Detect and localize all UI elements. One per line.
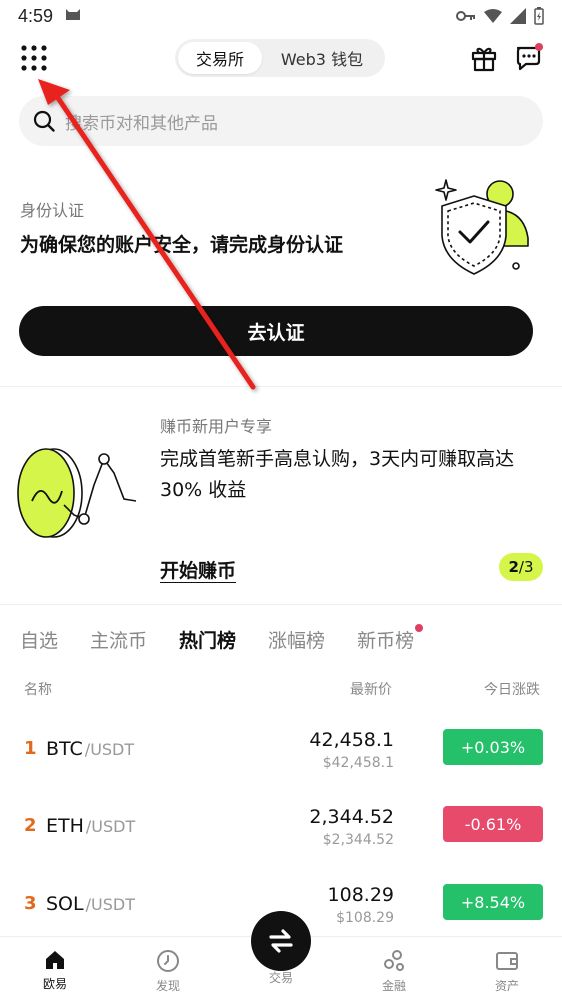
col-name: 名称 — [24, 682, 52, 698]
nav-assets[interactable]: 资产 — [477, 949, 537, 994]
finance-icon — [384, 950, 404, 971]
tab-exchange[interactable]: 交易所 — [178, 42, 262, 74]
cat-notification-icon — [65, 7, 81, 25]
search-placeholder: 搜索币对和其他产品 — [65, 113, 218, 134]
verify-button[interactable]: 去认证 — [19, 306, 533, 356]
divider — [0, 386, 562, 387]
col-price: 最新价 — [350, 682, 392, 698]
wallet-icon — [496, 952, 518, 970]
nav-finance-label: 金融 — [381, 979, 406, 993]
change-badge: -0.61% — [443, 806, 543, 842]
key-icon — [456, 11, 475, 21]
symbol-quote: /USDT — [85, 895, 135, 914]
tab-web3-wallet[interactable]: Web3 钱包 — [262, 42, 382, 74]
start-earning-link[interactable]: 开始赚币 — [160, 556, 236, 583]
verify-title: 为确保您的账户安全，请完成身份认证 — [20, 234, 344, 256]
earn-label: 赚币新用户专享 — [160, 417, 273, 436]
gift-icon[interactable] — [470, 44, 498, 72]
top-header: 交易所 Web3 钱包 — [0, 36, 562, 80]
status-bar: 4:59 — [0, 0, 562, 32]
tab-gainers[interactable]: 涨幅榜 — [268, 626, 325, 656]
tab-favorites[interactable]: 自选 — [20, 626, 58, 656]
rank: 1 — [24, 738, 37, 759]
tab-mainstream[interactable]: 主流币 — [90, 626, 147, 656]
nav-finance[interactable]: 金融 — [364, 949, 424, 994]
swap-icon — [269, 929, 293, 953]
rank: 2 — [24, 815, 37, 836]
change-badge: +8.54% — [443, 884, 543, 920]
status-indicators — [456, 7, 544, 25]
signal-icon — [510, 8, 526, 24]
table-row[interactable]: 1 BTC/USDT 42,458.1 $42,458.1 +0.03% — [0, 724, 562, 794]
divider — [0, 604, 562, 605]
price-usd: $108.29 — [336, 910, 394, 926]
tab-new-listings[interactable]: 新币榜 — [357, 624, 424, 656]
market-tabs: 自选 主流币 热门榜 涨幅榜 新币榜 — [20, 624, 446, 656]
search-icon — [33, 110, 55, 132]
home-icon — [46, 951, 64, 969]
battery-icon — [534, 7, 544, 25]
symbol-quote: /USDT — [84, 740, 135, 759]
new-dot — [415, 624, 424, 632]
nav-home[interactable]: 欧易 — [25, 949, 85, 992]
shield-user-illustration — [430, 170, 540, 280]
symbol: SOL/USDT — [46, 893, 135, 915]
discover-icon — [157, 950, 179, 972]
exchange-wallet-switch: 交易所 Web3 钱包 — [175, 39, 385, 77]
price-usd: $42,458.1 — [322, 755, 394, 771]
nav-assets-label: 资产 — [494, 979, 519, 993]
col-change: 今日涨跌 — [484, 682, 540, 698]
verify-label: 身份认证 — [20, 201, 85, 220]
search-bar[interactable]: 搜索币对和其他产品 — [19, 96, 543, 146]
nav-discover-label: 发现 — [155, 979, 180, 993]
page-total: /3 — [518, 558, 534, 576]
trade-swap-button[interactable] — [251, 911, 311, 971]
rank: 3 — [24, 893, 37, 914]
symbol-base: ETH — [46, 815, 84, 837]
symbol: ETH/USDT — [46, 815, 135, 837]
last-price: 42,458.1 — [309, 729, 394, 751]
tab-hot[interactable]: 热门榜 — [179, 626, 236, 656]
nav-discover[interactable]: 发现 — [138, 949, 198, 994]
coin-earn-illustration — [16, 445, 141, 545]
symbol-base: BTC — [46, 738, 83, 760]
wifi-icon — [484, 9, 502, 23]
status-time: 4:59 — [18, 5, 54, 26]
symbol-quote: /USDT — [85, 817, 136, 836]
nav-trade-label: 交易 — [268, 971, 293, 985]
table-row[interactable]: 2 ETH/USDT 2,344.52 $2,344.52 -0.61% — [0, 801, 562, 871]
symbol-base: SOL — [46, 893, 84, 915]
tab-new-listings-label: 新币榜 — [357, 630, 415, 652]
grid-menu-icon[interactable] — [20, 44, 48, 72]
earn-title: 完成首笔新手高息认购，3天内可赚取高达 30% 收益 — [160, 448, 515, 501]
carousel-page-indicator: 2/3 — [499, 553, 543, 581]
page-current: 2 — [508, 558, 519, 576]
last-price: 108.29 — [327, 884, 394, 906]
message-icon[interactable] — [514, 42, 544, 72]
symbol: BTC/USDT — [46, 738, 134, 760]
nav-home-label: 欧易 — [42, 977, 67, 991]
last-price: 2,344.52 — [309, 806, 394, 828]
change-badge: +0.03% — [443, 729, 543, 765]
price-usd: $2,344.52 — [322, 832, 394, 848]
